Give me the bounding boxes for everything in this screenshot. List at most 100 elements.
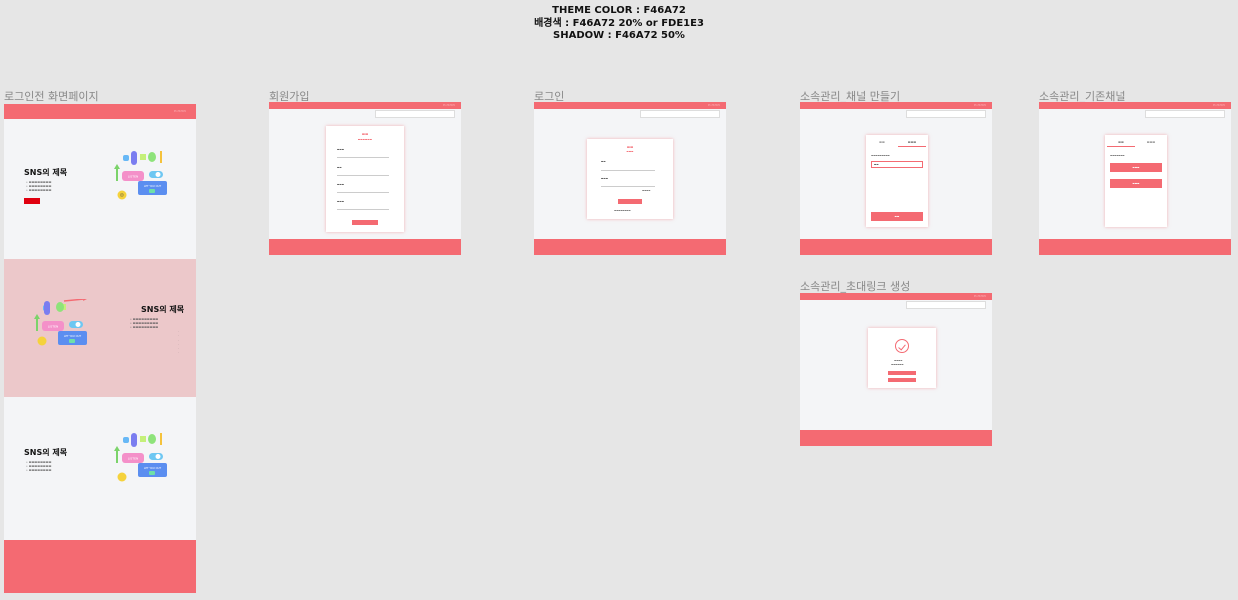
copy-invite-link-button[interactable] bbox=[888, 371, 916, 375]
top-bar-menu-icon[interactable]: ▭ ▭▭▭ bbox=[1213, 103, 1225, 107]
login-card-title: ▬▬ bbox=[626, 145, 634, 149]
landing-frame[interactable]: ▭ ▭▭▭ SNS의 제목 ▬▬▬▬▬▬▬▬ ▬▬▬▬▬▬▬▬ ▬▬▬▬▬▬▬▬ bbox=[4, 104, 196, 593]
signup-field-label-1: ▬▬▬ bbox=[337, 148, 345, 151]
signup-top-bar: ▭ ▭▭▭ bbox=[269, 102, 461, 109]
signup-submit-button[interactable] bbox=[352, 220, 378, 225]
login-password-field[interactable] bbox=[601, 186, 655, 187]
illustration-badge-text: LISTEN bbox=[128, 457, 138, 461]
signup-card: ▬▬ ▬▬▬▬▬▬ ▬▬▬ ▬▬ ▬▬▬ ▬▬▬ bbox=[326, 126, 404, 232]
signup-field-label-2: ▬▬ bbox=[337, 166, 342, 169]
login-footer bbox=[534, 239, 726, 255]
tab-create-channel[interactable]: ▬▬▬ bbox=[1137, 140, 1165, 144]
invite-link-frame[interactable]: ▭ ▭▭▭ ▬▬▬▬ ▬▬▬▬▬▬ bbox=[800, 293, 992, 446]
existing-channel-footer bbox=[1039, 239, 1231, 255]
login-frame[interactable]: ▭ ▭▭▭ ▬▬ ▬▬▬ ▬▬ ▬▬▬ ▬▬▬▬ ▬▬▬▬▬▬▬▬ bbox=[534, 102, 726, 255]
signup-search-input[interactable] bbox=[375, 110, 455, 118]
existing-channel-top-bar: ▭ ▭▭▭ bbox=[1039, 102, 1231, 109]
landing-section-3: SNS의 제목 ▬▬▬▬▬▬▬▬ ▬▬▬▬▬▬▬▬ ▬▬▬▬▬▬▬▬ LISTE… bbox=[4, 397, 196, 540]
existing-channel-label: ▬▬▬▬▬▬▬ bbox=[1110, 154, 1125, 157]
login-search-input[interactable] bbox=[640, 110, 720, 118]
illustration-cta-text: LET YOU OUT bbox=[64, 334, 82, 338]
check-icon bbox=[895, 339, 909, 353]
confirm-button[interactable] bbox=[888, 378, 916, 382]
create-channel-footer bbox=[800, 239, 992, 255]
shadow-note: SHADOW : F46A72 50% bbox=[553, 30, 685, 41]
illustration-cta-text: LET YOU OUT bbox=[144, 466, 162, 470]
invite-success-line-1: ▬▬▬▬ bbox=[894, 359, 903, 362]
signup-field-2[interactable] bbox=[337, 175, 389, 176]
create-channel-search-input[interactable] bbox=[906, 110, 986, 118]
existing-channel-card: ▬▬ ▬▬▬ ▬▬▬▬▬▬▬ ▬▬▬ ▬▬▬ bbox=[1105, 135, 1167, 227]
theme-color-note: THEME COLOR : F46A72 bbox=[552, 5, 686, 16]
invite-link-footer bbox=[800, 430, 992, 446]
top-bar-menu-icon[interactable]: ▭ ▭▭▭ bbox=[174, 109, 186, 113]
arrow-icon bbox=[116, 449, 118, 463]
login-forgot-link[interactable]: ▬▬▬▬ bbox=[642, 189, 650, 192]
landing-frame-label: 로그인전 화면페이지 bbox=[4, 90, 99, 103]
invite-link-card: ▬▬▬▬ ▬▬▬▬▬▬ bbox=[868, 328, 936, 388]
tab-existing-channel[interactable]: ▬▬ bbox=[868, 140, 896, 144]
landing-section-1: SNS의 제목 ▬▬▬▬▬▬▬▬ ▬▬▬▬▬▬▬▬ ▬▬▬▬▬▬▬▬ LISTE… bbox=[4, 119, 196, 259]
login-field-label-2: ▬▬▬ bbox=[601, 177, 609, 180]
section-3-bullets: ▬▬▬▬▬▬▬▬ ▬▬▬▬▬▬▬▬ ▬▬▬▬▬▬▬▬ bbox=[26, 460, 52, 472]
bullet-line-icon: ▬▬▬▬▬▬▬▬ bbox=[26, 188, 52, 192]
signup-card-subtitle: ▬▬▬▬▬▬ bbox=[357, 138, 373, 141]
channel-item-button[interactable]: ▬▬▬ bbox=[1110, 179, 1162, 188]
login-email-field[interactable] bbox=[601, 170, 655, 171]
invite-link-search-input[interactable] bbox=[906, 301, 986, 309]
signup-field-3[interactable] bbox=[337, 192, 389, 193]
channel-name-input[interactable]: ▬▬ bbox=[871, 161, 923, 168]
design-notes: THEME COLOR : F46A72 배경색 : F46A72 20% or… bbox=[0, 5, 1238, 43]
section-1-cta-button[interactable] bbox=[24, 198, 40, 204]
create-channel-card: ▬▬ ▬▬▬ ▬▬▬▬▬▬▬▬▬ ▬▬ ▬▬ bbox=[866, 135, 928, 227]
login-card: ▬▬ ▬▬▬ ▬▬ ▬▬▬ ▬▬▬▬ ▬▬▬▬▬▬▬▬ bbox=[587, 139, 673, 219]
signup-frame[interactable]: ▭ ▭▭▭ ▬▬ ▬▬▬▬▬▬ ▬▬▬ ▬▬ ▬▬▬ ▬▬▬ bbox=[269, 102, 461, 255]
landing-section-2: LISTEN LET YOU OUT SNS의 제목 ▬▬▬▬▬▬▬▬▬ ▬▬▬… bbox=[4, 259, 196, 397]
section-1-bullets: ▬▬▬▬▬▬▬▬ ▬▬▬▬▬▬▬▬ ▬▬▬▬▬▬▬▬ bbox=[26, 180, 52, 192]
sns-illustration: LISTEN LET YOU OUT ☺ bbox=[114, 151, 167, 200]
login-card-subtitle: ▬▬▬ bbox=[626, 150, 634, 153]
bullet-line-icon: ▬▬▬▬▬▬▬▬▬ bbox=[130, 325, 159, 329]
section-3-title: SNS의 제목 bbox=[24, 448, 68, 457]
login-top-bar: ▭ ▭▭▭ bbox=[534, 102, 726, 109]
signup-field-label-4: ▬▬▬ bbox=[337, 200, 345, 203]
illustration-badge-text: LISTEN bbox=[48, 325, 58, 329]
section-2-title: SNS의 제목 bbox=[141, 305, 185, 314]
top-bar-menu-icon[interactable]: ▭ ▭▭▭ bbox=[443, 103, 455, 107]
illustration-badge-text: LISTEN bbox=[128, 175, 138, 179]
top-bar-menu-icon[interactable]: ▭ ▭▭▭ bbox=[974, 294, 986, 298]
channel-name-label: ▬▬▬▬▬▬▬▬▬ bbox=[871, 154, 890, 157]
invite-success-line-2: ▬▬▬▬▬▬ bbox=[891, 363, 904, 366]
landing-footer bbox=[4, 540, 196, 593]
login-submit-button[interactable] bbox=[618, 199, 642, 204]
create-channel-frame[interactable]: ▭ ▭▭▭ ▬▬ ▬▬▬ ▬▬▬▬▬▬▬▬▬ ▬▬ ▬▬ bbox=[800, 102, 992, 255]
top-bar-menu-icon[interactable]: ▭ ▭▭▭ bbox=[974, 103, 986, 107]
arrow-icon bbox=[36, 317, 38, 331]
create-channel-top-bar: ▭ ▭▭▭ bbox=[800, 102, 992, 109]
login-signup-link[interactable]: ▬▬▬▬▬▬▬▬ bbox=[614, 209, 631, 212]
sns-illustration: LISTEN LET YOU OUT bbox=[34, 299, 87, 346]
background-color-note: 배경색 : F46A72 20% or FDE1E3 bbox=[534, 17, 704, 29]
signup-field-1[interactable] bbox=[337, 157, 389, 158]
tab-create-channel[interactable]: ▬▬▬ bbox=[898, 140, 926, 144]
invite-link-frame-label: 소속관리_초대링크 생성 bbox=[800, 280, 911, 293]
existing-channel-search-input[interactable] bbox=[1145, 110, 1225, 118]
channel-item-button[interactable]: ▬▬▬ bbox=[1110, 163, 1162, 172]
tab-existing-channel[interactable]: ▬▬ bbox=[1107, 140, 1135, 144]
bullet-line-icon: ▬▬▬▬▬▬▬▬ bbox=[26, 468, 52, 472]
top-bar-menu-icon[interactable]: ▭ ▭▭▭ bbox=[708, 103, 720, 107]
sns-illustration: LISTEN LET YOU OUT bbox=[114, 433, 167, 482]
existing-channel-frame[interactable]: ▭ ▭▭▭ ▬▬ ▬▬▬ ▬▬▬▬▬▬▬ ▬▬▬ ▬▬▬ bbox=[1039, 102, 1231, 255]
arrow-icon bbox=[116, 167, 118, 181]
signup-field-4[interactable] bbox=[337, 209, 389, 210]
signup-field-label-3: ▬▬▬ bbox=[337, 183, 345, 186]
login-field-label-1: ▬▬ bbox=[601, 160, 606, 163]
signup-card-title: ▬▬ bbox=[361, 132, 369, 136]
invite-link-top-bar: ▭ ▭▭▭ bbox=[800, 293, 992, 300]
tab-active-indicator bbox=[898, 146, 926, 147]
signup-footer bbox=[269, 239, 461, 255]
create-channel-button[interactable]: ▬▬ bbox=[871, 212, 923, 221]
tab-active-indicator bbox=[1107, 146, 1135, 147]
illustration-cta-text: LET YOU OUT bbox=[144, 184, 162, 188]
svg-text:☺: ☺ bbox=[120, 193, 124, 198]
